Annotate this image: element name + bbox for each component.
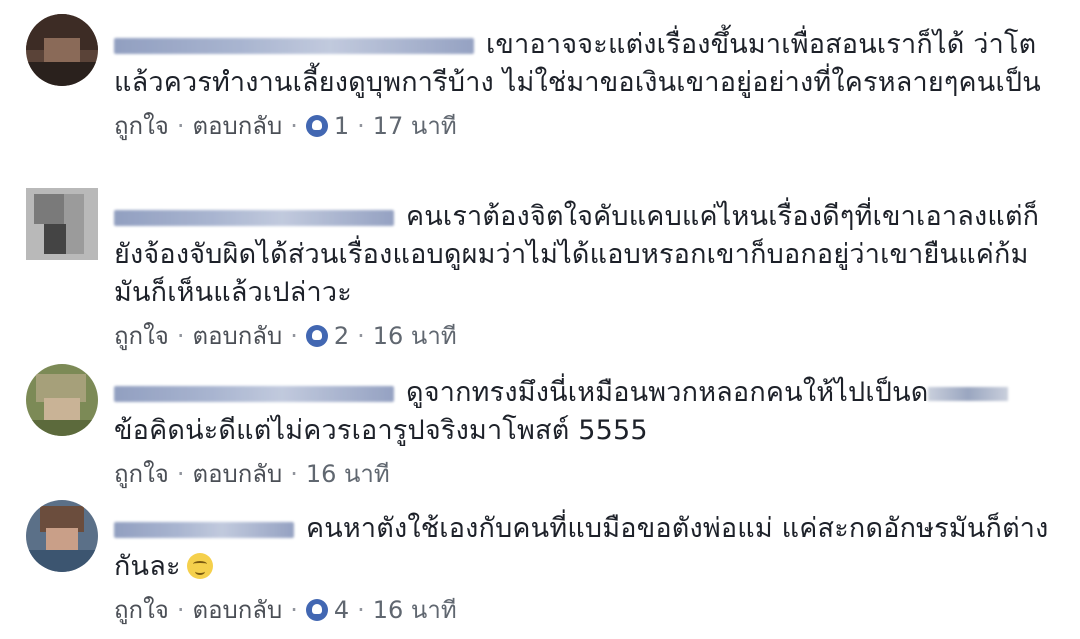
reply-link[interactable]: ตอบกลับ [192,322,282,350]
comment-text: คนหาตังใช้เองกับคนที่แบมือขอตังพ่อแม่ แค… [114,513,1049,582]
like-link[interactable]: ถูกใจ [114,322,169,350]
avatar[interactable] [26,364,98,436]
reaction-count[interactable]: 4 [334,596,349,624]
reply-link[interactable]: ตอบกลับ [192,460,282,488]
timestamp[interactable]: 16 นาที [373,322,457,350]
avatar[interactable] [26,500,98,572]
commenter-name-redacted[interactable] [114,385,394,402]
timestamp[interactable]: 17 นาที [373,112,457,140]
avatar[interactable] [26,14,98,86]
reply-link[interactable]: ตอบกลับ [192,596,282,624]
like-reaction-icon[interactable] [305,325,328,347]
timestamp[interactable]: 16 นาที [306,460,390,488]
redacted-word [928,386,1009,401]
comment-actions: ถูกใจ · ตอบกลับ · 1 · 17 นาที [114,112,457,140]
like-link[interactable]: ถูกใจ [114,596,169,624]
commenter-name-redacted[interactable] [114,209,394,226]
comment-actions: ถูกใจ · ตอบกลับ · 4 · 16 นาที [114,596,457,624]
comment-actions: ถูกใจ · ตอบกลับ · 16 นาที [114,460,390,488]
like-link[interactable]: ถูกใจ [114,460,169,488]
comment-actions: ถูกใจ · ตอบกลับ · 2 · 16 นาที [114,322,457,350]
like-reaction-icon[interactable] [305,115,328,137]
smile-emoji-icon [186,553,213,579]
commenter-name-redacted[interactable] [114,521,294,538]
like-link[interactable]: ถูกใจ [114,112,169,140]
comment-text: คนเราต้องจิตใจคับแคบแค่ไหนเรื่องดีๆที่เข… [114,201,1040,308]
reaction-count[interactable]: 1 [334,112,349,140]
avatar[interactable] [26,188,98,260]
reaction-count[interactable]: 2 [334,322,349,350]
like-reaction-icon[interactable] [305,599,328,621]
timestamp[interactable]: 16 นาที [373,596,457,624]
comment-text: ดูจากทรงมึงนี่เหมือนพวกหลอกคนให้ไปเป็นด … [114,374,1050,450]
comment-text: เขาอาจจะแต่งเรื่องขึ้นมาเพื่อสอนเราก็ได้… [114,29,1041,98]
reply-link[interactable]: ตอบกลับ [192,112,282,140]
commenter-name-redacted[interactable] [114,37,474,54]
